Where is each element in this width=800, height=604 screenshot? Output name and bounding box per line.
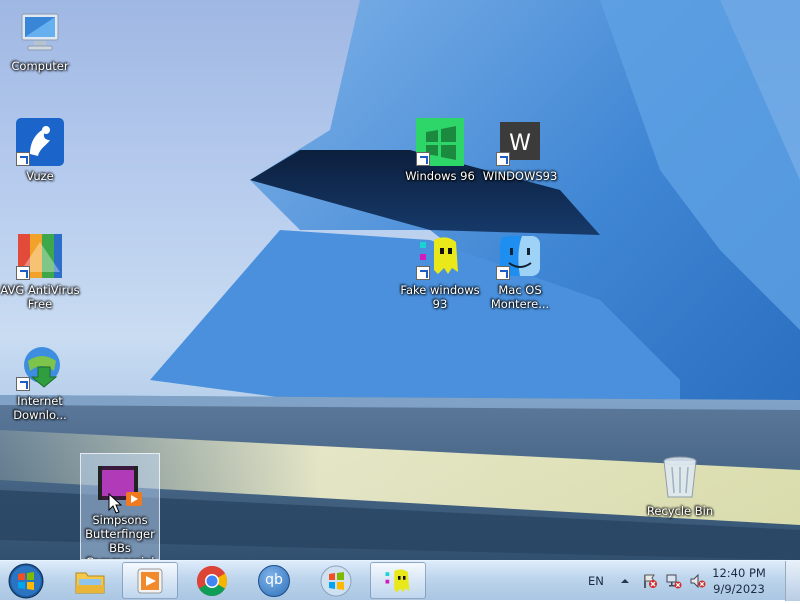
desktop-icon-mac-os-monterey[interactable]: Mac OS Montere... <box>480 232 560 311</box>
windows-96-icon <box>416 118 464 166</box>
chevron-up-icon <box>621 579 629 583</box>
windows-flag-icon <box>320 565 352 596</box>
media-player-icon <box>137 568 163 593</box>
desktop-icon-recycle-bin[interactable]: Recycle Bin <box>640 453 720 518</box>
recycle-bin-icon <box>656 453 704 501</box>
clock-date: 9/9/2023 <box>713 582 765 596</box>
mouse-pointer-icon <box>108 493 122 514</box>
qbittorrent-icon: qb <box>258 564 290 597</box>
desktop-icon-label: Simpsons Butterfinger BBs Commercial <box>85 513 155 559</box>
file-explorer-icon <box>75 572 105 593</box>
shortcut-arrow-icon <box>16 266 30 280</box>
desktop-icon-internet-download-manager[interactable]: Internet Downlo... <box>0 343 80 422</box>
network-icon <box>666 574 682 589</box>
shortcut-arrow-icon <box>16 152 30 166</box>
taskbar-windows[interactable] <box>308 562 364 599</box>
desktop-icon-label: Windows 96 <box>405 169 475 183</box>
taskbar-qbittorrent[interactable]: qb <box>246 562 302 599</box>
shortcut-arrow-icon <box>496 266 510 280</box>
computer-icon <box>16 8 64 56</box>
avg-antivirus-icon <box>16 232 64 280</box>
desktop-icon-computer[interactable]: Computer <box>0 8 80 73</box>
taskbar-fake-windows-93[interactable] <box>370 562 426 599</box>
desktop-icon-fake-windows-93[interactable]: Fake windows 93 <box>400 232 480 311</box>
windows-start-orb-icon <box>8 563 44 599</box>
tray-action-center[interactable] <box>642 561 658 601</box>
desktop-icon-avg[interactable]: AVG AntiVirus Free <box>0 232 80 311</box>
desktop-icon-vuze[interactable]: Vuze <box>0 118 80 183</box>
mac-finder-icon <box>496 232 544 280</box>
taskbar-file-explorer[interactable] <box>62 562 118 599</box>
taskbar-media-player[interactable] <box>122 562 178 599</box>
taskbar: qb EN 12:40 PM 9/9/2023 <box>0 560 800 601</box>
desktop-icon-windows-96[interactable]: Windows 96 <box>400 118 480 183</box>
shortcut-arrow-icon <box>496 152 510 166</box>
start-button[interactable] <box>6 562 46 600</box>
desktop-icon-label: WINDOWS93 <box>482 169 558 183</box>
desktop-icon-label: Recycle Bin <box>646 504 714 518</box>
tray-network[interactable] <box>666 561 682 601</box>
svg-text:W: W <box>509 131 531 156</box>
desktop-icon-label: Internet Downlo... <box>13 394 67 422</box>
desktop-icon-label: Mac OS Montere... <box>490 283 550 311</box>
shortcut-arrow-icon <box>16 377 30 391</box>
desktop-icon-windows93[interactable]: W WINDOWS93 <box>480 118 560 183</box>
desktop-icon-label: Vuze <box>26 169 54 183</box>
clock[interactable]: 12:40 PM 9/9/2023 <box>704 565 774 597</box>
shortcut-arrow-icon <box>416 266 430 280</box>
show-hidden-icons-button[interactable] <box>620 561 630 601</box>
language-indicator[interactable]: EN <box>588 561 604 601</box>
shortcut-arrow-icon <box>416 152 430 166</box>
fake-windows-93-icon <box>385 568 410 592</box>
vuze-icon <box>16 118 64 166</box>
taskbar-chrome[interactable] <box>184 562 240 599</box>
action-center-flag-icon <box>644 574 657 588</box>
desktop-icon-label: Fake windows 93 <box>400 283 480 311</box>
desktop-icon-label: Computer <box>11 59 69 73</box>
chrome-icon <box>196 565 228 596</box>
desktop-icon-label: AVG AntiVirus Free <box>0 283 80 311</box>
clock-time: 12:40 PM <box>712 566 766 580</box>
internet-download-manager-icon <box>16 343 64 391</box>
windows93-icon: W <box>496 118 544 166</box>
show-desktop-button[interactable] <box>785 561 800 601</box>
fake-windows-93-icon <box>416 232 464 280</box>
desktop[interactable]: Computer Vuze AVG AntiVirus Free Interne… <box>0 0 800 560</box>
